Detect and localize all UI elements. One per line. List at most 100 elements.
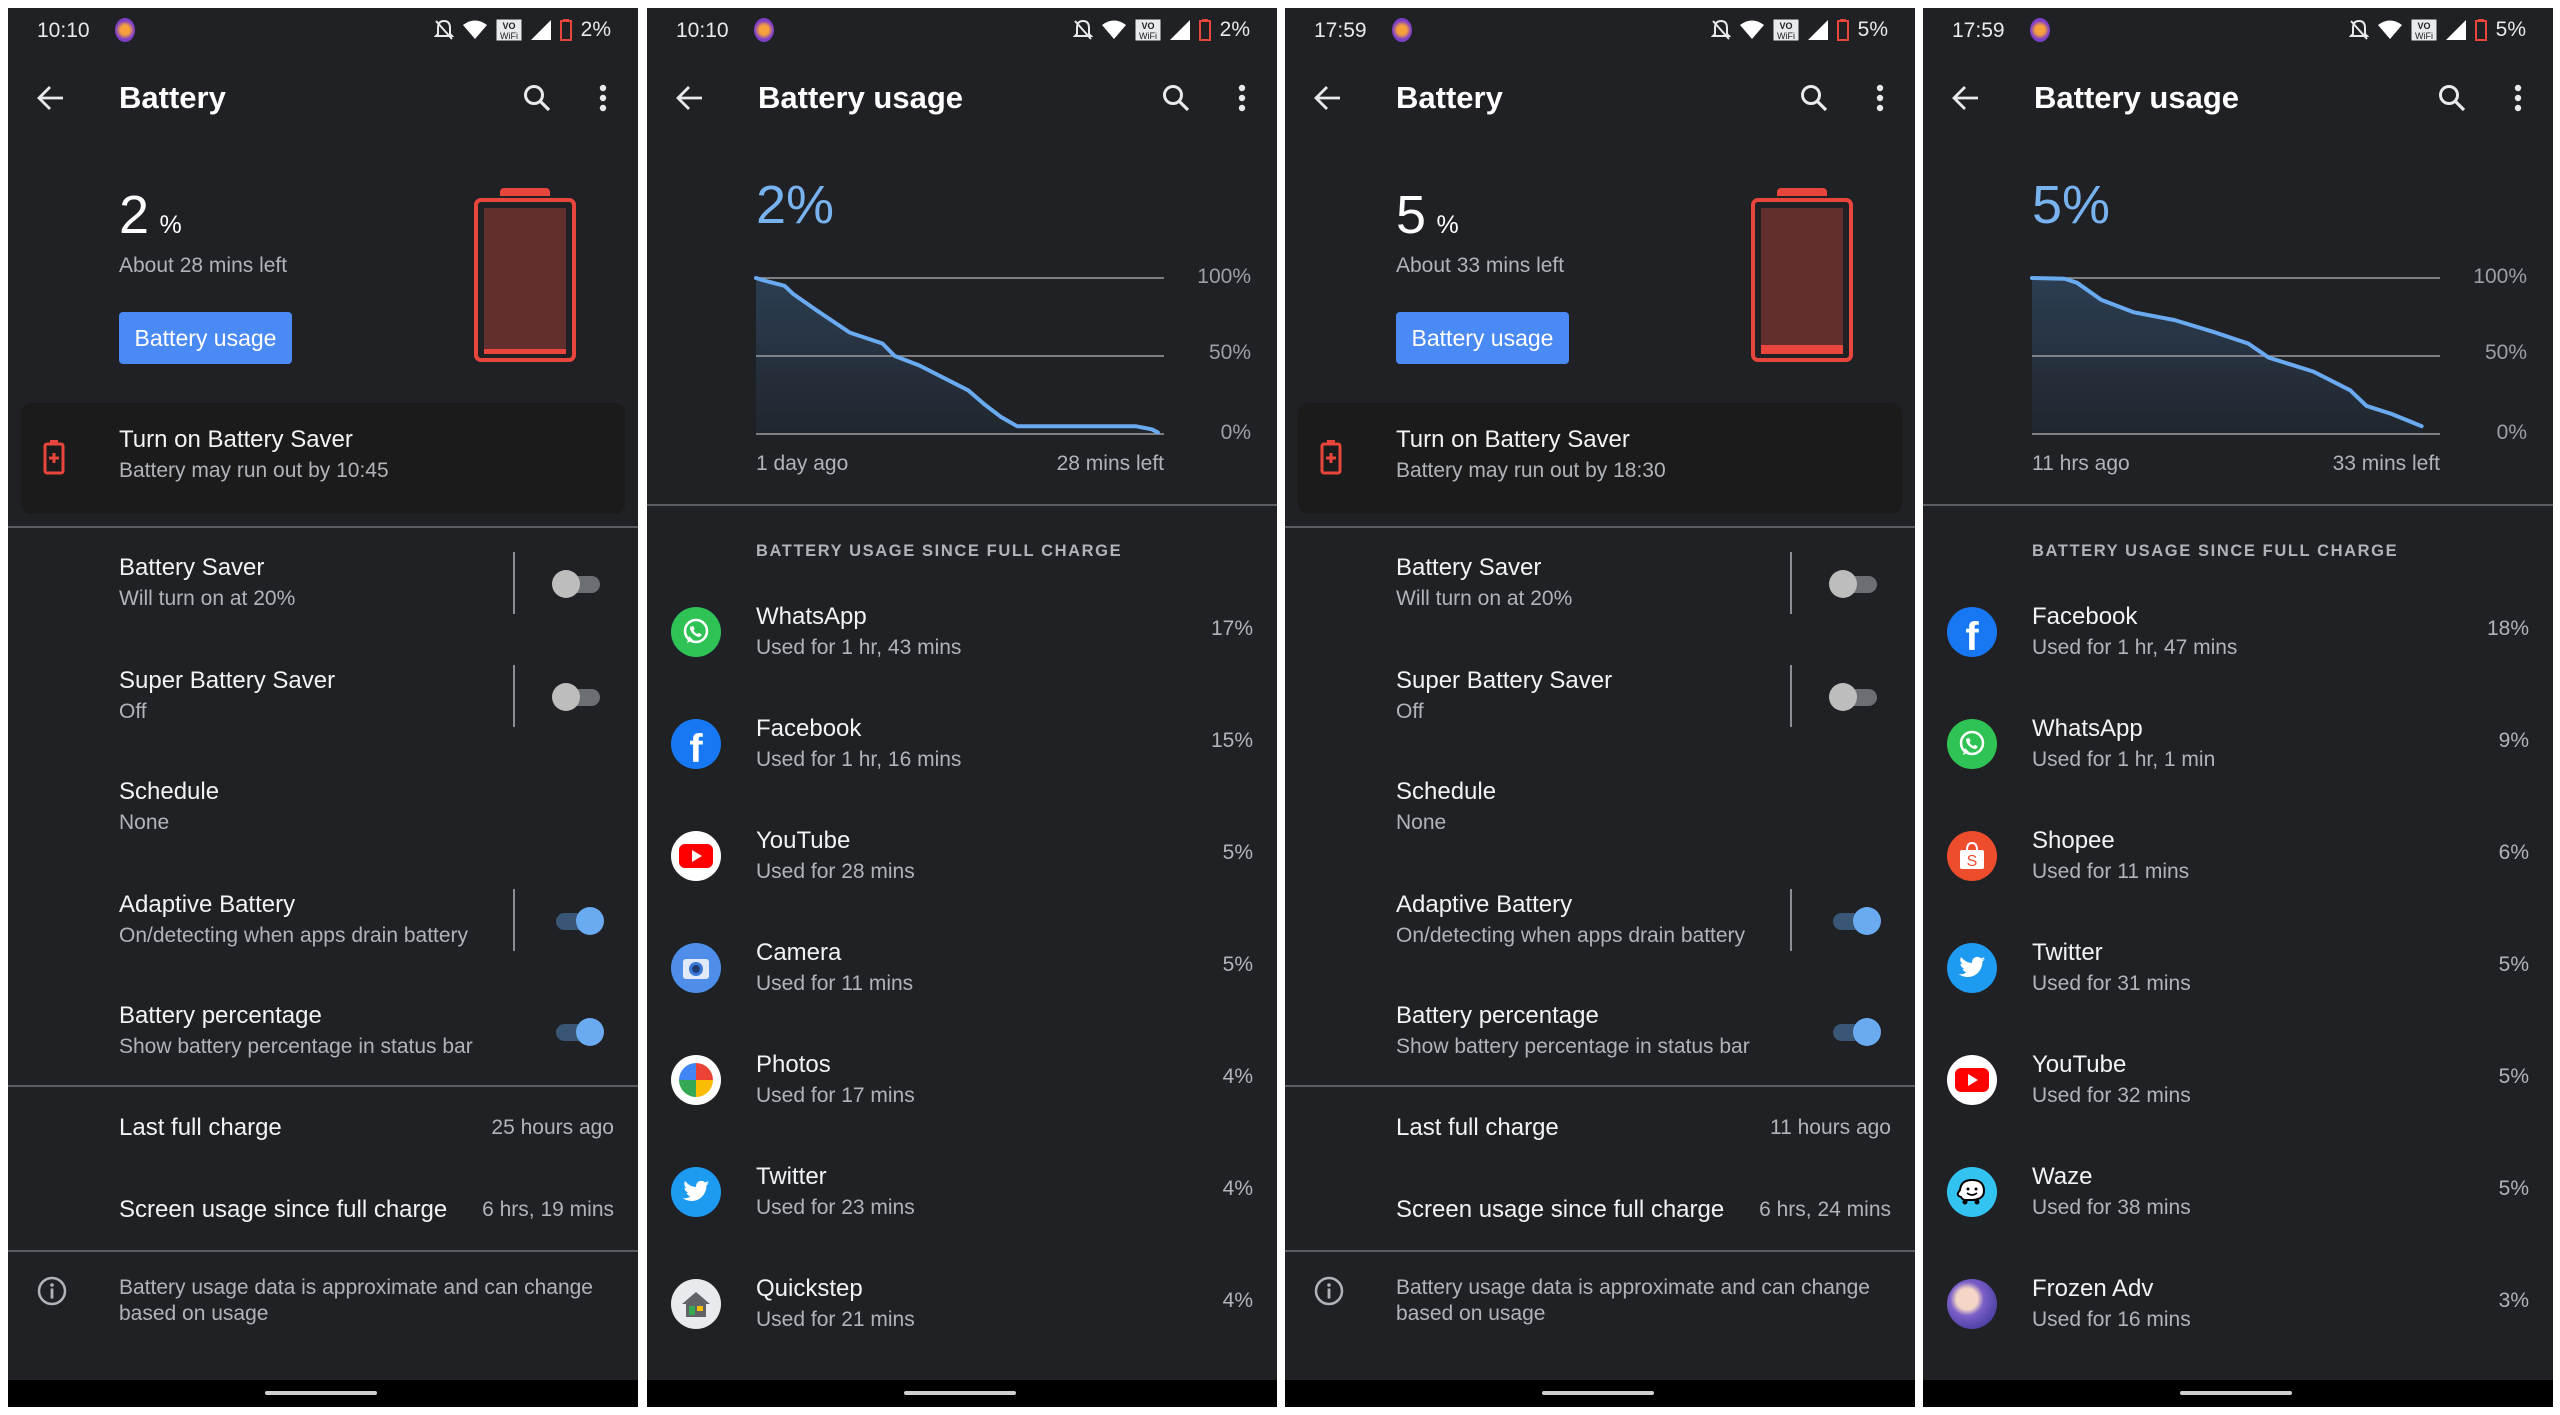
divider [8, 1085, 638, 1087]
app-usage-row[interactable]: Twitter Used for 31 mins 5% [1923, 924, 2553, 1024]
info-text: Battery usage data is approximate and ca… [119, 1275, 593, 1327]
battery-saver-suggestion-card[interactable]: Turn on Battery Saver Battery may run ou… [1298, 403, 1902, 514]
navigation-bar [1923, 1380, 2553, 1407]
y-tick-label: 0% [1220, 421, 1251, 444]
app-usage-row[interactable]: WhatsApp Used for 1 hr, 1 min 9% [1923, 700, 2553, 800]
info-icon [37, 1276, 67, 1306]
app-name: WhatsApp [2032, 715, 2143, 742]
battery-usage-screen: 10:10 VO WiFi 2% Battery usage 2% 100% 50% 0… [647, 8, 1277, 1407]
setting-subtitle: Will turn on at 20% [119, 587, 296, 610]
app-usage-time: Used for 23 mins [756, 1196, 915, 1219]
app-name: Photos [756, 1051, 831, 1078]
wifi-icon [462, 20, 487, 39]
setting-battery-saver[interactable]: Battery Saver Will turn on at 20% [8, 533, 638, 635]
status-time: 10:10 [37, 19, 90, 42]
setting-subtitle: On/detecting when apps drain battery [1396, 924, 1746, 947]
more-vert-icon [1876, 84, 1884, 112]
setting-subtitle: Off [119, 700, 147, 723]
back-arrow-icon [37, 86, 63, 110]
home-gesture-handle[interactable] [2180, 1391, 2292, 1395]
app-usage-row[interactable]: f Facebook Used for 1 hr, 16 mins 15% [647, 700, 1277, 800]
svg-text:WiFi: WiFi [1777, 31, 1795, 41]
setting-schedule[interactable]: Schedule None [1285, 757, 1915, 859]
notifications-muted-icon [433, 19, 454, 40]
toggle-switch[interactable] [552, 906, 604, 936]
search-button[interactable] [1792, 76, 1836, 120]
navigation-bar [1285, 1380, 1915, 1407]
back-button[interactable] [1306, 76, 1350, 120]
facebook-icon: f [671, 719, 721, 769]
app-usage-time: Used for 31 mins [2032, 972, 2191, 995]
setting-title: Super Battery Saver [119, 667, 336, 694]
app-name: Twitter [2032, 939, 2103, 966]
x-label-start: 11 hrs ago [2032, 452, 2130, 475]
youtube-icon [671, 831, 721, 881]
battery-usage-button[interactable]: Battery usage [119, 312, 292, 364]
more-options-button[interactable] [1858, 76, 1902, 120]
search-icon [1801, 85, 1828, 112]
search-button[interactable] [515, 76, 559, 120]
app-usage-row[interactable]: Waze Used for 38 mins 5% [1923, 1148, 2553, 1248]
home-gesture-handle[interactable] [1542, 1391, 1654, 1395]
camera-icon [671, 943, 721, 993]
home-gesture-handle[interactable] [904, 1391, 1016, 1395]
app-usage-row[interactable]: f Facebook Used for 1 hr, 47 mins 18% [1923, 588, 2553, 688]
app-usage-row[interactable]: Photos Used for 17 mins 4% [647, 1036, 1277, 1136]
toggle-switch[interactable] [1829, 682, 1881, 712]
status-icons: VO WiFi 5% [1710, 18, 1888, 42]
toggle-switch[interactable] [552, 1017, 604, 1047]
toggle-switch[interactable] [1829, 1017, 1881, 1047]
card-subtitle: Battery may run out by 18:30 [1396, 459, 1666, 482]
app-usage-percent: 5% [2498, 1177, 2529, 1200]
battery-graphic-icon [474, 188, 576, 362]
app-usage-row[interactable]: S Shopee Used for 11 mins 6% [1923, 812, 2553, 912]
battery-low-icon [559, 19, 572, 41]
app-usage-percent: 15% [1210, 729, 1253, 752]
toggle-switch[interactable] [1829, 569, 1881, 599]
setting-battery-saver[interactable]: Battery Saver Will turn on at 20% [1285, 533, 1915, 635]
battery-level: 2 % [119, 184, 182, 246]
vertical-divider [1790, 552, 1792, 614]
setting-subtitle: Will turn on at 20% [1396, 587, 1573, 610]
app-usage-row[interactable]: Frozen Adv Used for 16 mins 3% [1923, 1260, 2553, 1360]
setting-super-battery-saver[interactable]: Super Battery Saver Off [1285, 646, 1915, 748]
x-label-end: 33 mins left [2332, 452, 2440, 475]
battery-usage-button[interactable]: Battery usage [1396, 312, 1569, 364]
status-battery-percent: 5% [1857, 18, 1888, 41]
toggle-switch[interactable] [552, 569, 604, 599]
time-remaining: About 33 mins left [1396, 254, 1565, 277]
app-usage-row[interactable]: Twitter Used for 23 mins 4% [647, 1148, 1277, 1248]
divider [1285, 1085, 1915, 1087]
info-icon [1314, 1276, 1344, 1306]
vertical-divider [1790, 889, 1792, 951]
back-button[interactable] [29, 76, 73, 120]
app-name: Quickstep [756, 1275, 863, 1302]
setting-battery-percentage[interactable]: Battery percentage Show battery percenta… [1285, 981, 1915, 1083]
app-usage-row[interactable]: WhatsApp Used for 1 hr, 43 mins 17% [647, 588, 1277, 688]
more-options-button[interactable] [581, 76, 625, 120]
setting-battery-percentage[interactable]: Battery percentage Show battery percenta… [8, 981, 638, 1083]
setting-adaptive-battery[interactable]: Adaptive Battery On/detecting when apps … [8, 870, 638, 972]
battery-saver-suggestion-card[interactable]: Turn on Battery Saver Battery may run ou… [21, 403, 625, 514]
app-usage-row[interactable]: YouTube Used for 28 mins 5% [647, 812, 1277, 912]
card-title: Turn on Battery Saver [1396, 426, 1630, 453]
setting-super-battery-saver[interactable]: Super Battery Saver Off [8, 646, 638, 748]
twitter-icon [1947, 943, 1997, 993]
divider [1285, 526, 1915, 528]
app-name: WhatsApp [756, 603, 867, 630]
app-usage-row[interactable]: YouTube Used for 32 mins 5% [1923, 1036, 2553, 1136]
setting-schedule[interactable]: Schedule None [8, 757, 638, 859]
home-gesture-handle[interactable] [265, 1391, 377, 1395]
setting-subtitle: None [1396, 811, 1447, 834]
battery-saver-plus-icon [1320, 440, 1342, 475]
toggle-switch[interactable] [552, 682, 604, 712]
toggle-switch[interactable] [1829, 906, 1881, 936]
app-name: Shopee [2032, 827, 2115, 854]
setting-adaptive-battery[interactable]: Adaptive Battery On/detecting when apps … [1285, 870, 1915, 972]
app-usage-percent: 17% [1210, 617, 1253, 640]
app-usage-row[interactable]: Quickstep Used for 21 mins 4% [647, 1260, 1277, 1360]
vertical-divider [513, 889, 515, 951]
app-usage-row[interactable]: Camera Used for 11 mins 5% [647, 924, 1277, 1024]
page-title: Battery [119, 80, 226, 115]
setting-title: Battery percentage [1396, 1002, 1599, 1029]
